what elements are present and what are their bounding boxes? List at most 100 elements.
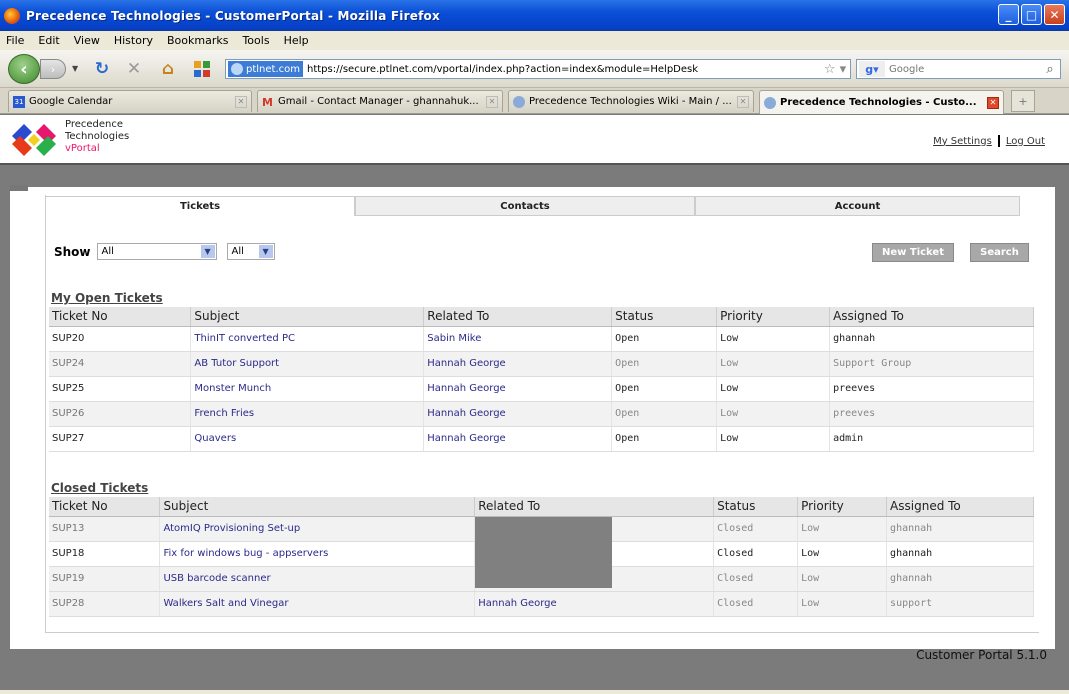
search-icon[interactable]: ⌕ xyxy=(1040,62,1060,77)
tab-contacts[interactable]: Contacts xyxy=(355,196,695,216)
subject-link[interactable]: Fix for windows bug - appservers xyxy=(159,541,476,567)
table-row: SUP24 AB Tutor Support Hannah George Open Lo… xyxy=(49,351,1034,377)
close-button[interactable]: ✕ xyxy=(1044,4,1065,25)
tab-close-icon[interactable]: ✕ xyxy=(987,96,999,109)
menu-file[interactable]: File xyxy=(6,34,24,47)
subject-link[interactable]: Monster Munch xyxy=(190,376,425,402)
window-titlebar: Precedence Technologies - CustomerPortal… xyxy=(0,0,1069,31)
redacted-area xyxy=(475,517,612,588)
status-cell: Closed xyxy=(713,566,799,592)
related-to-link[interactable]: Hannah George xyxy=(423,401,613,427)
tab-tickets[interactable]: Tickets xyxy=(45,196,355,216)
reload-icon[interactable]: ↻ xyxy=(92,59,112,79)
maximize-button[interactable]: □ xyxy=(1021,4,1042,25)
subject-link[interactable]: Quavers xyxy=(190,426,425,452)
assigned-to-cell: ghannah xyxy=(829,326,1034,352)
assigned-to-cell: ghannah xyxy=(886,541,1034,567)
google-engine-icon[interactable]: g▾ xyxy=(859,61,885,77)
status-cell: Open xyxy=(611,326,718,352)
assigned-to-cell: preeves xyxy=(829,401,1034,427)
account-links: My Settings Log Out xyxy=(933,135,1045,147)
menu-history[interactable]: History xyxy=(114,34,153,47)
url-bar[interactable]: ptlnet.com https://secure.ptlnet.com/vpo… xyxy=(225,59,851,79)
show-label: Show xyxy=(54,244,91,259)
tab-close-icon[interactable]: ✕ xyxy=(235,95,247,108)
brand-text: Precedence Technologies vPortal xyxy=(65,119,130,154)
ticket-filter-select[interactable]: All ▼ xyxy=(96,243,217,260)
portal-header: Precedence Technologies vPortal My Setti… xyxy=(0,115,1069,165)
subject-link[interactable]: French Fries xyxy=(190,401,425,427)
column-header: Subject xyxy=(159,497,476,517)
assigned-to-cell: Support Group xyxy=(829,351,1034,377)
log-out-link[interactable]: Log Out xyxy=(1006,136,1045,147)
apps-grid-icon[interactable] xyxy=(192,59,212,79)
browser-tab-gmail[interactable]: M Gmail - Contact Manager - ghannahuk...… xyxy=(257,90,503,112)
assigned-to-cell: ghannah xyxy=(886,566,1034,592)
column-header: Assigned To xyxy=(829,307,1034,327)
related-to-link[interactable]: Hannah George xyxy=(423,351,613,377)
menu-view[interactable]: View xyxy=(74,34,100,47)
table-row: SUP20 ThinIT converted PC Sabin Mike Open Lo… xyxy=(49,326,1034,352)
bookmark-star-icon[interactable]: ☆ ▾ xyxy=(820,62,850,77)
tab-close-icon[interactable]: ✕ xyxy=(486,95,498,108)
minimize-button[interactable]: _ xyxy=(998,4,1019,25)
priority-cell: Low xyxy=(797,591,888,617)
column-header: Status xyxy=(611,307,718,327)
portal-version: Customer Portal 5.1.0 xyxy=(916,648,1047,662)
column-header: Priority xyxy=(797,497,888,517)
subject-link[interactable]: AB Tutor Support xyxy=(190,351,425,377)
column-header: Assigned To xyxy=(886,497,1034,517)
ticket-no-cell: SUP18 xyxy=(49,541,161,567)
url-text[interactable]: https://secure.ptlnet.com/vportal/index.… xyxy=(303,64,820,75)
search-bar[interactable]: g▾ ⌕ xyxy=(856,59,1061,79)
open-tickets-title: My Open Tickets xyxy=(51,291,163,305)
related-to-link[interactable]: Hannah George xyxy=(423,426,613,452)
history-dropdown-icon[interactable]: ▼ xyxy=(72,64,78,73)
site-identity-badge[interactable]: ptlnet.com xyxy=(228,61,303,77)
chevron-down-icon: ▼ xyxy=(258,245,273,258)
ticket-no-cell: SUP24 xyxy=(49,351,192,377)
my-settings-link[interactable]: My Settings xyxy=(933,136,992,147)
back-button[interactable]: ‹ xyxy=(8,54,40,84)
subject-link[interactable]: Walkers Salt and Vinegar xyxy=(159,591,476,617)
related-to-link[interactable]: Sabin Mike xyxy=(423,326,613,352)
subject-link[interactable]: AtomIQ Provisioning Set-up xyxy=(159,516,476,542)
column-header: Status xyxy=(713,497,799,517)
ticket-scope-select[interactable]: All ▼ xyxy=(226,243,275,260)
ticket-no-cell: SUP25 xyxy=(49,376,192,402)
subject-link[interactable]: ThinIT converted PC xyxy=(190,326,425,352)
new-ticket-button[interactable]: New Ticket xyxy=(872,243,954,262)
home-icon[interactable]: ⌂ xyxy=(158,59,178,79)
stop-icon[interactable]: ✕ xyxy=(124,59,144,79)
firefox-icon xyxy=(4,7,20,24)
browser-tab-wiki[interactable]: Precedence Technologies Wiki - Main / ..… xyxy=(508,90,754,112)
menu-edit[interactable]: Edit xyxy=(38,34,59,47)
open-tickets-table: Ticket No Subject Related To Status Priority… xyxy=(49,307,1034,452)
table-header-row: Ticket No Subject Related To Status Priority… xyxy=(49,307,1034,327)
forward-button[interactable]: › xyxy=(40,59,66,79)
search-input[interactable] xyxy=(885,63,1040,75)
menu-bookmarks[interactable]: Bookmarks xyxy=(167,34,228,47)
related-to-link[interactable]: Hannah George xyxy=(423,376,613,402)
browser-tab-google-calendar[interactable]: 31 Google Calendar ✕ xyxy=(8,90,252,112)
browser-tab-customer-portal[interactable]: Precedence Technologies - Custo... ✕ xyxy=(759,90,1004,114)
window-title: Precedence Technologies - CustomerPortal… xyxy=(26,8,440,23)
ticket-no-cell: SUP13 xyxy=(49,516,161,542)
closed-tickets-title: Closed Tickets xyxy=(51,481,149,495)
table-row: SUP27 Quavers Hannah George Open Low admin xyxy=(49,426,1034,452)
status-cell: Closed xyxy=(713,541,799,567)
assigned-to-cell: ghannah xyxy=(886,516,1034,542)
link-separator xyxy=(997,135,1000,147)
menu-tools[interactable]: Tools xyxy=(242,34,269,47)
priority-cell: Low xyxy=(797,516,888,542)
menu-help[interactable]: Help xyxy=(284,34,309,47)
status-bar xyxy=(0,690,1069,694)
related-to-link[interactable]: Hannah George xyxy=(474,591,715,617)
table-row: SUP26 French Fries Hannah George Open Low pre… xyxy=(49,401,1034,427)
new-tab-button[interactable]: + xyxy=(1011,90,1035,112)
tab-account[interactable]: Account xyxy=(695,196,1020,216)
search-button[interactable]: Search xyxy=(970,243,1029,262)
subject-link[interactable]: USB barcode scanner xyxy=(159,566,476,592)
status-cell: Open xyxy=(611,376,718,402)
tab-close-icon[interactable]: ✕ xyxy=(737,95,749,108)
